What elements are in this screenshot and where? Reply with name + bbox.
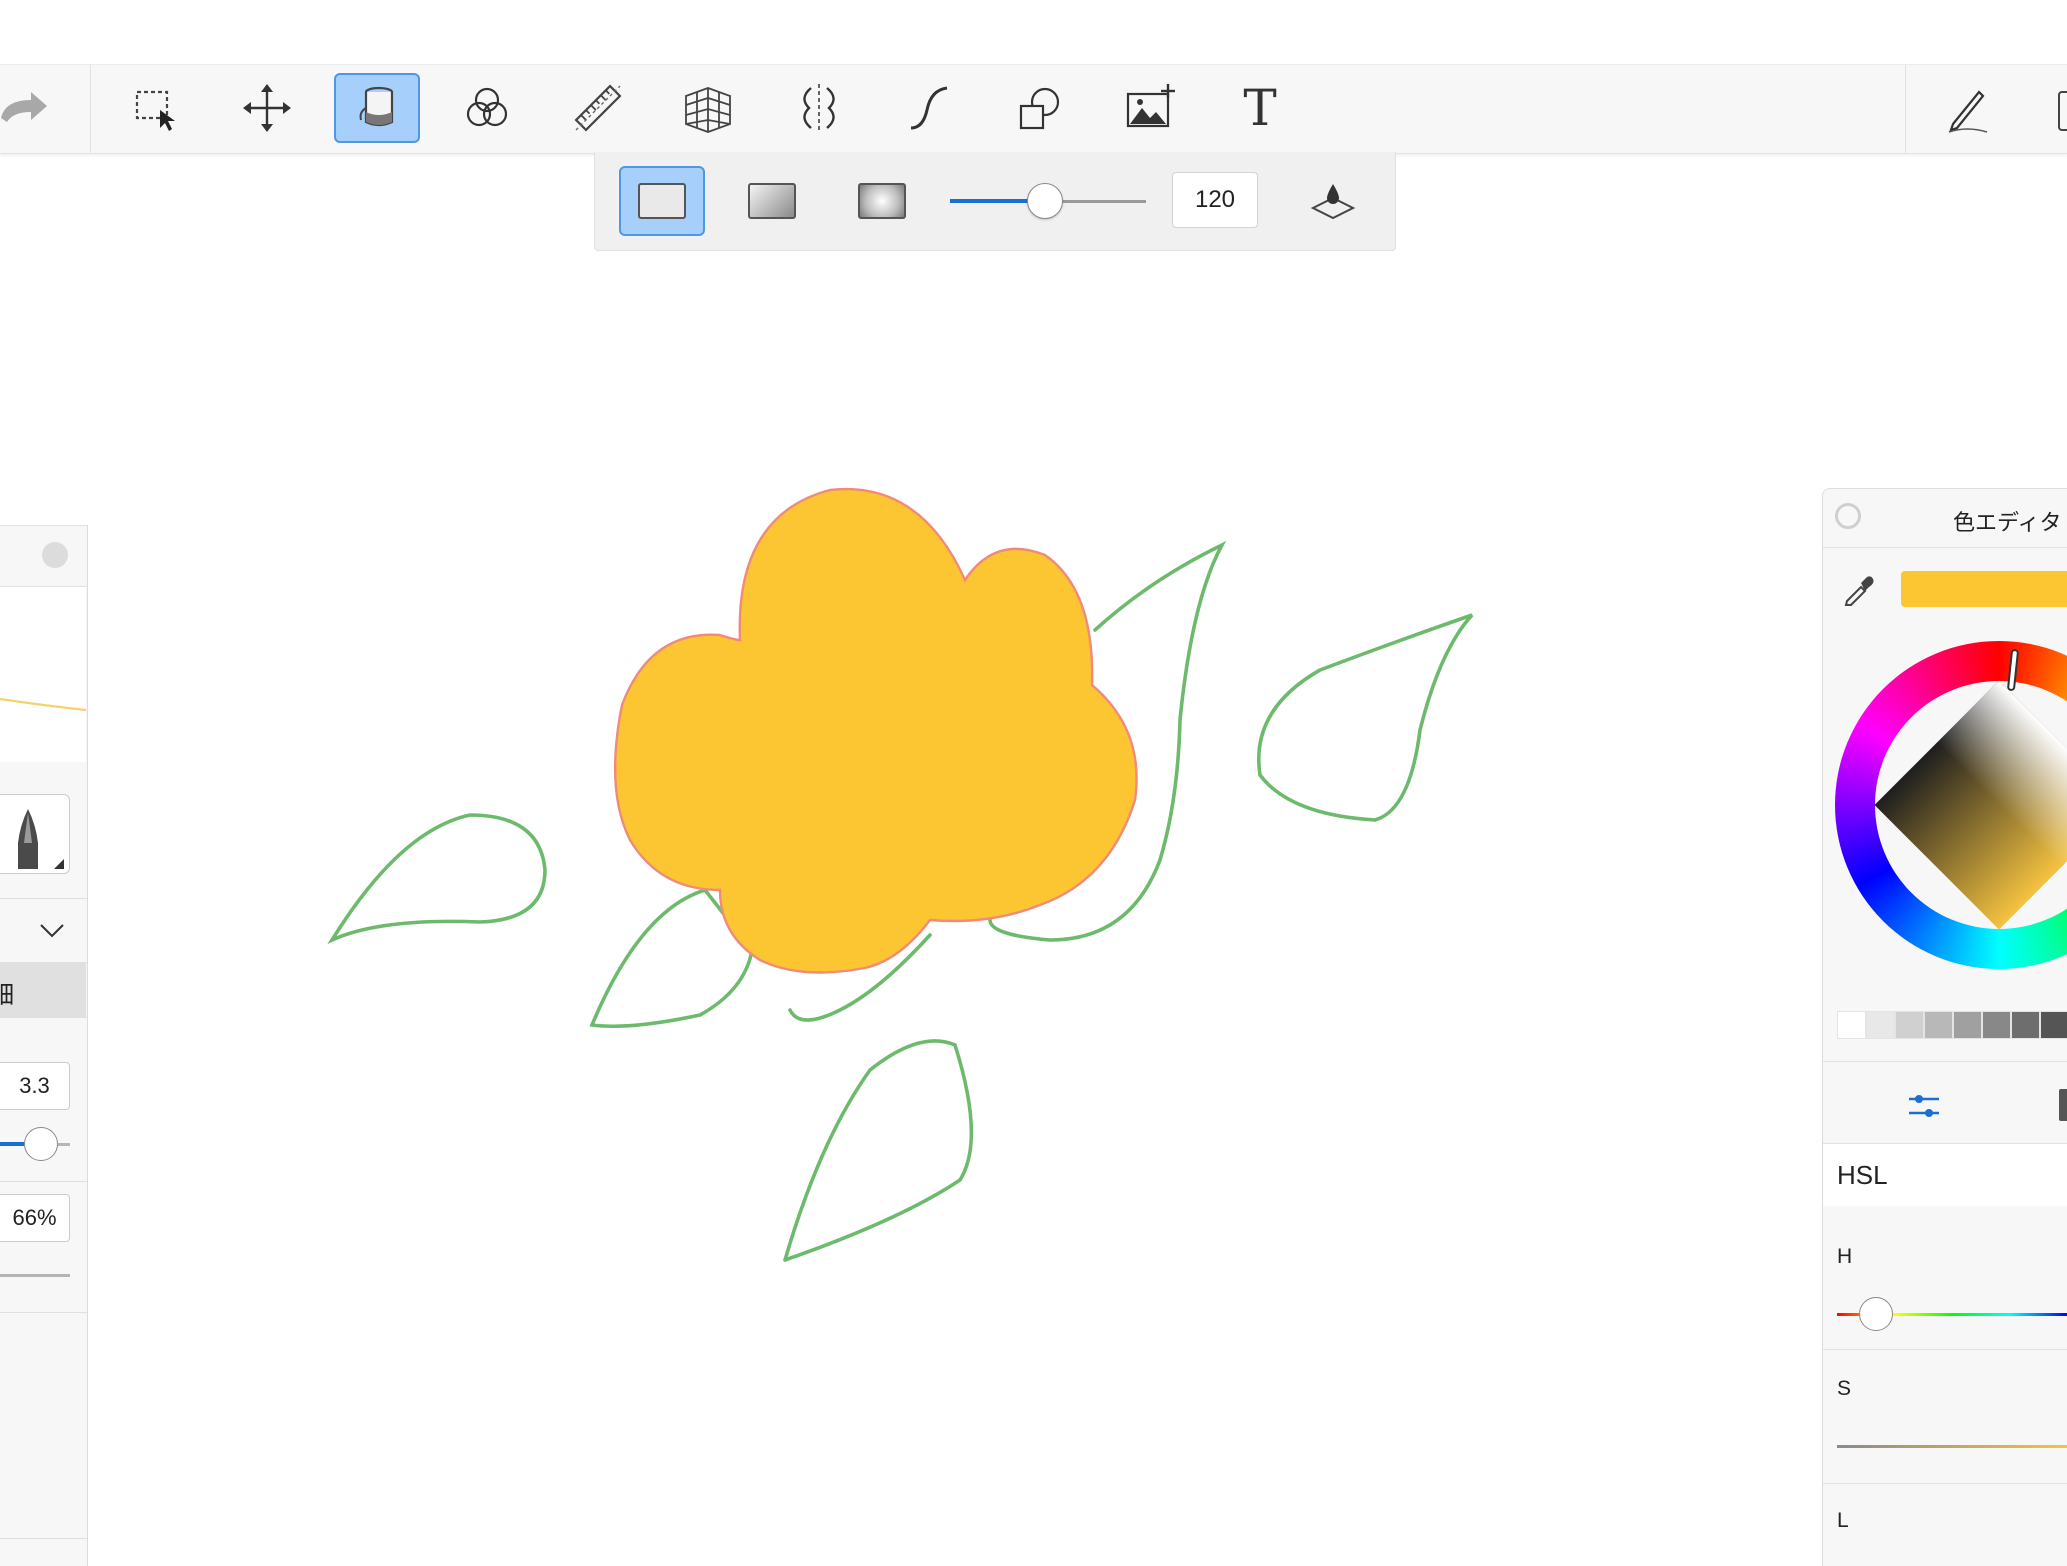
- eyedropper-button[interactable]: [1841, 571, 1877, 607]
- brush-size-slider-knob[interactable]: [24, 1127, 58, 1161]
- color-model-label: HSL: [1837, 1160, 1888, 1190]
- panel-dot-icon[interactable]: [42, 542, 68, 568]
- brush-detail-tab[interactable]: 細: [0, 963, 86, 1017]
- brush-tip-button[interactable]: [0, 794, 70, 874]
- panel-handle-icon[interactable]: [1835, 503, 1861, 529]
- saturation-label: S: [1837, 1377, 1852, 1400]
- stroke-preview: [0, 587, 87, 762]
- brush-opacity-field[interactable]: 66%: [0, 1194, 70, 1242]
- sliders-mode-button[interactable]: [1905, 1089, 1943, 1125]
- brush-detail-label: 細: [0, 981, 14, 1009]
- grayscale-swatch[interactable]: [2011, 1011, 2040, 1039]
- brush-size-field[interactable]: 3.3: [0, 1062, 70, 1110]
- grayscale-swatch[interactable]: [1924, 1011, 1953, 1039]
- grayscale-swatch-row: [1837, 1011, 2067, 1039]
- lightness-label: L: [1837, 1509, 1849, 1532]
- leaf-stroke: [327, 813, 547, 945]
- saturation-slider-track[interactable]: [1837, 1445, 2067, 1448]
- sliders-icon: [1909, 1095, 1939, 1117]
- color-model-selector[interactable]: HSL: [1823, 1144, 2067, 1206]
- eyedropper-icon: [1844, 576, 1874, 606]
- hue-slider-knob[interactable]: [1859, 1297, 1893, 1331]
- brush-panel: 細 3.3 66%: [0, 525, 88, 1566]
- drawing-canvas[interactable]: [0, 0, 2067, 1565]
- grayscale-swatch[interactable]: [1953, 1011, 1982, 1039]
- hue-label: H: [1837, 1245, 1853, 1268]
- palette-mode-button[interactable]: [2059, 1089, 2067, 1121]
- color-editor-panel: 色エディタ HSL H S L: [1822, 488, 2067, 1566]
- grayscale-swatch[interactable]: [1837, 1011, 1866, 1039]
- current-color-swatch: [1901, 571, 2067, 607]
- grayscale-swatch[interactable]: [1866, 1011, 1895, 1039]
- grayscale-swatch[interactable]: [2040, 1011, 2067, 1039]
- brush-panel-expand[interactable]: [38, 916, 66, 944]
- flower-shape[interactable]: [613, 487, 1138, 974]
- grayscale-swatch[interactable]: [1895, 1011, 1924, 1039]
- grayscale-swatch[interactable]: [1982, 1011, 2011, 1039]
- brush-opacity-slider-track[interactable]: [0, 1274, 70, 1277]
- leaf-stroke: [783, 1039, 974, 1262]
- leaf-stroke: [1257, 613, 1474, 822]
- chevron-down-icon: [40, 924, 64, 938]
- brush-tip-icon: [18, 809, 64, 869]
- color-editor-title: 色エディタ: [1953, 511, 2062, 536]
